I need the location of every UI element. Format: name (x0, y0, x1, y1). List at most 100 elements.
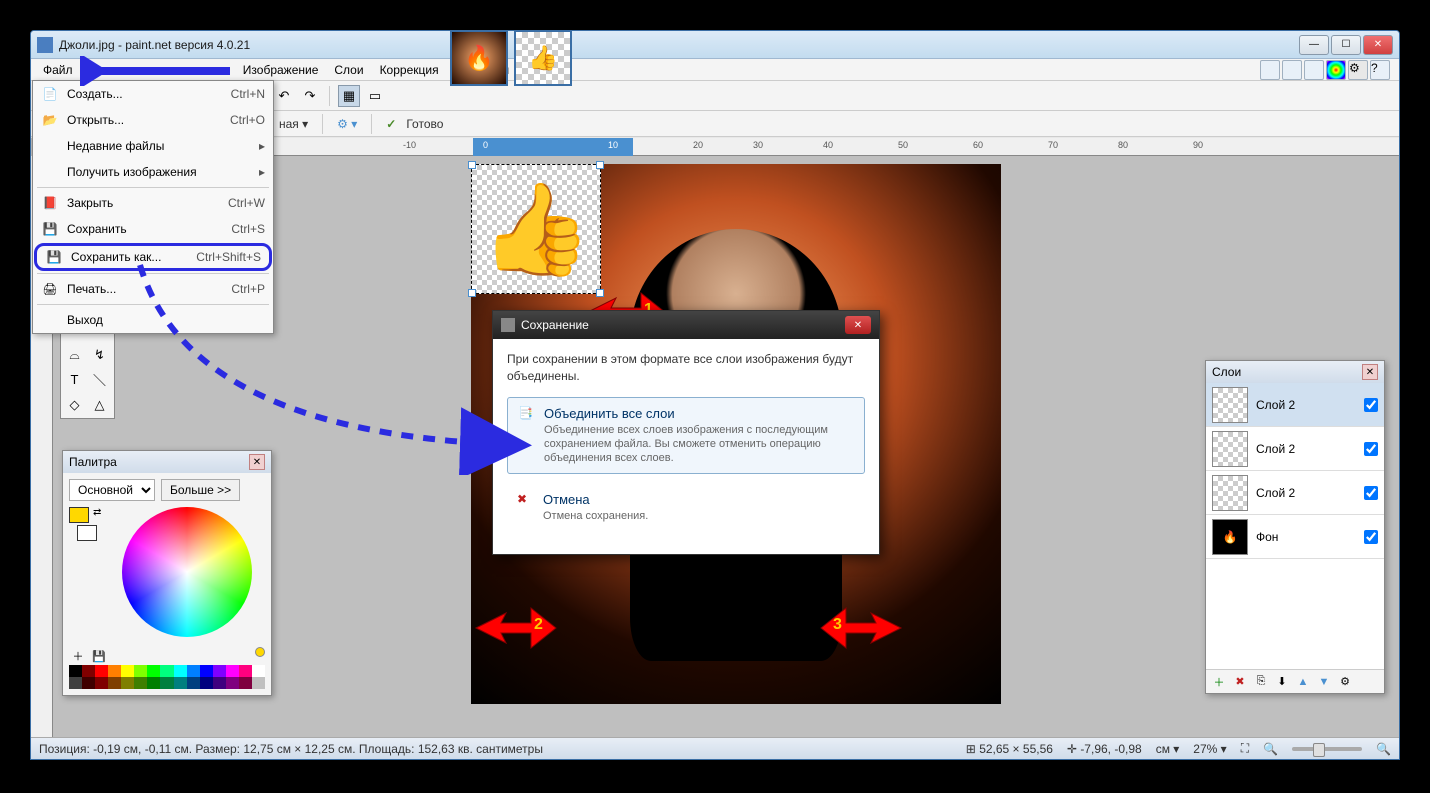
menu-new[interactable]: 📄Создать...Ctrl+N (33, 81, 273, 107)
layer-row[interactable]: Слой 2 (1206, 471, 1384, 515)
thumb-1[interactable]: 🔥 (450, 30, 508, 86)
move-down-button[interactable]: ▼ (1315, 673, 1333, 691)
merge-layers-option[interactable]: 📑 Объединить все слои Объединение всех с… (507, 397, 865, 475)
print-icon: 🖨 (41, 280, 59, 298)
recolor-tool[interactable]: ↯ (88, 343, 111, 366)
dialog-titlebar[interactable]: Сохранение ✕ (493, 311, 879, 339)
ready-label: Готово (406, 117, 443, 131)
history-panel-icon[interactable] (1282, 60, 1302, 80)
shapes-tool[interactable]: ◇ (63, 393, 86, 416)
menu-print[interactable]: 🖨Печать...Ctrl+P (33, 276, 273, 302)
handle-nw[interactable] (468, 161, 476, 169)
swap-colors-icon[interactable]: ⇄ (93, 507, 101, 523)
thumbsup-emoji-icon: 👍 (472, 165, 600, 295)
layer-visible-checkbox[interactable] (1364, 442, 1378, 456)
layer-row[interactable]: Слой 2 (1206, 383, 1384, 427)
menu-close[interactable]: 📕ЗакрытьCtrl+W (33, 190, 273, 216)
layers-panel-close[interactable]: ✕ (1362, 364, 1378, 380)
undo-button[interactable]: ↶ (273, 85, 295, 107)
menu-save-as[interactable]: 💾Сохранить как...Ctrl+Shift+S (34, 243, 272, 271)
menu-open[interactable]: 📂Открыть...Ctrl+O (33, 107, 273, 133)
ruler-button[interactable]: ▭ (364, 85, 386, 107)
menu-adjustments[interactable]: Коррекция (372, 61, 447, 79)
settings-icon[interactable]: ⚙ (1348, 60, 1368, 80)
app-icon (37, 37, 53, 53)
secondary-color-swatch[interactable] (77, 525, 97, 541)
current-color-dot (255, 647, 265, 657)
add-layer-button[interactable]: ＋ (1210, 673, 1228, 691)
text-tool[interactable]: T (63, 368, 86, 391)
maximize-button[interactable]: ☐ (1331, 35, 1361, 55)
zoom-slider[interactable] (1292, 747, 1362, 751)
thumb-2[interactable]: 👍 (514, 30, 572, 86)
clone-tool[interactable]: ⌓ (63, 343, 86, 366)
status-cursor: ✛ -7,96, -0,98 (1067, 742, 1142, 756)
help-icon[interactable]: ? (1370, 60, 1390, 80)
move-up-button[interactable]: ▲ (1294, 673, 1312, 691)
dialog-message: При сохранении в этом формате все слои и… (507, 351, 865, 385)
colors-panel: Палитра ✕ Основной Больше >> ⇄ ＋ 💾 (62, 450, 272, 696)
menu-file[interactable]: Файл (35, 61, 81, 79)
colors-panel-icon[interactable] (1326, 60, 1346, 80)
layer-properties-button[interactable]: ⚙ (1336, 673, 1354, 691)
menu-exit[interactable]: Выход (33, 307, 273, 333)
zoom-level[interactable]: 27% ▾ (1193, 742, 1226, 756)
menu-acquire[interactable]: Получить изображения▸ (33, 159, 273, 185)
close-button[interactable]: ✕ (1363, 35, 1393, 55)
layers-toolbar: ＋ ✖ ⎘ ⬇ ▲ ▼ ⚙ (1206, 669, 1384, 693)
colors-panel-title[interactable]: Палитра ✕ (63, 451, 271, 473)
chevron-right-icon: ▸ (259, 165, 265, 179)
color-mode-select[interactable]: Основной (69, 479, 155, 501)
handle-se[interactable] (596, 289, 604, 297)
layer-row[interactable]: 🔥Фон (1206, 515, 1384, 559)
menu-layers[interactable]: Слои (326, 61, 371, 79)
palette-save-icon[interactable]: 💾 (90, 647, 108, 665)
layer-thumb (1212, 387, 1248, 423)
handle-ne[interactable] (596, 161, 604, 169)
delete-layer-button[interactable]: ✖ (1231, 673, 1249, 691)
selection-rect[interactable]: 👍 (471, 164, 601, 294)
grid-button[interactable]: ▦ (338, 85, 360, 107)
dialog-close-button[interactable]: ✕ (845, 316, 871, 334)
layers-panel-icon[interactable] (1304, 60, 1324, 80)
palette-add-icon[interactable]: ＋ (69, 647, 87, 665)
save-dialog-icon (501, 318, 515, 332)
rotate-button[interactable]: ⚙ ▾ (337, 117, 357, 131)
mode-dropdown[interactable]: ная ▾ (279, 117, 308, 131)
layer-visible-checkbox[interactable] (1364, 530, 1378, 544)
layer-visible-checkbox[interactable] (1364, 398, 1378, 412)
menu-recent[interactable]: Недавние файлы▸ (33, 133, 273, 159)
layer-thumb (1212, 475, 1248, 511)
layer-visible-checkbox[interactable] (1364, 486, 1378, 500)
minimize-button[interactable]: — (1299, 35, 1329, 55)
status-position: Позиция: -0,19 см, -0,11 см. Размер: 12,… (39, 742, 543, 756)
unit-dropdown[interactable]: см ▾ (1156, 742, 1180, 756)
merge-down-button[interactable]: ⬇ (1273, 673, 1291, 691)
menu-save[interactable]: 💾СохранитьCtrl+S (33, 216, 273, 242)
cancel-option[interactable]: ✖ Отмена Отмена сохранения. (507, 484, 865, 531)
duplicate-layer-button[interactable]: ⎘ (1252, 673, 1270, 691)
color-strip-2[interactable] (69, 677, 265, 689)
shapes2-tool[interactable]: △ (88, 393, 111, 416)
color-strip[interactable] (69, 665, 265, 677)
layers-panel-title[interactable]: Слои ✕ (1206, 361, 1384, 383)
layer-row[interactable]: Слой 2 (1206, 427, 1384, 471)
cancel-title: Отмена (543, 492, 648, 507)
handle-sw[interactable] (468, 289, 476, 297)
close-file-icon: 📕 (41, 194, 59, 212)
more-button[interactable]: Больше >> (161, 479, 240, 501)
color-wheel[interactable] (122, 507, 252, 637)
apply-button[interactable]: ✓ (386, 117, 396, 131)
layer-list: Слой 2 Слой 2 Слой 2 🔥Фон (1206, 383, 1384, 559)
magnifier-icon[interactable] (1260, 60, 1280, 80)
zoom-fit-icon[interactable]: ⛶ (1241, 741, 1249, 756)
line-tool[interactable]: ＼ (88, 368, 111, 391)
redo-button[interactable]: ↷ (299, 85, 321, 107)
statusbar: Позиция: -0,19 см, -0,11 см. Размер: 12,… (31, 737, 1399, 759)
titlebar: Джоли.jpg - paint.net версия 4.0.21 — ☐ … (31, 31, 1399, 59)
primary-color-swatch[interactable] (69, 507, 89, 523)
colors-panel-close[interactable]: ✕ (249, 454, 265, 470)
zoom-in-icon[interactable]: 🔍 (1376, 742, 1391, 756)
menu-image[interactable]: Изображение (235, 61, 327, 79)
zoom-out-icon[interactable]: 🔍 (1263, 742, 1278, 756)
